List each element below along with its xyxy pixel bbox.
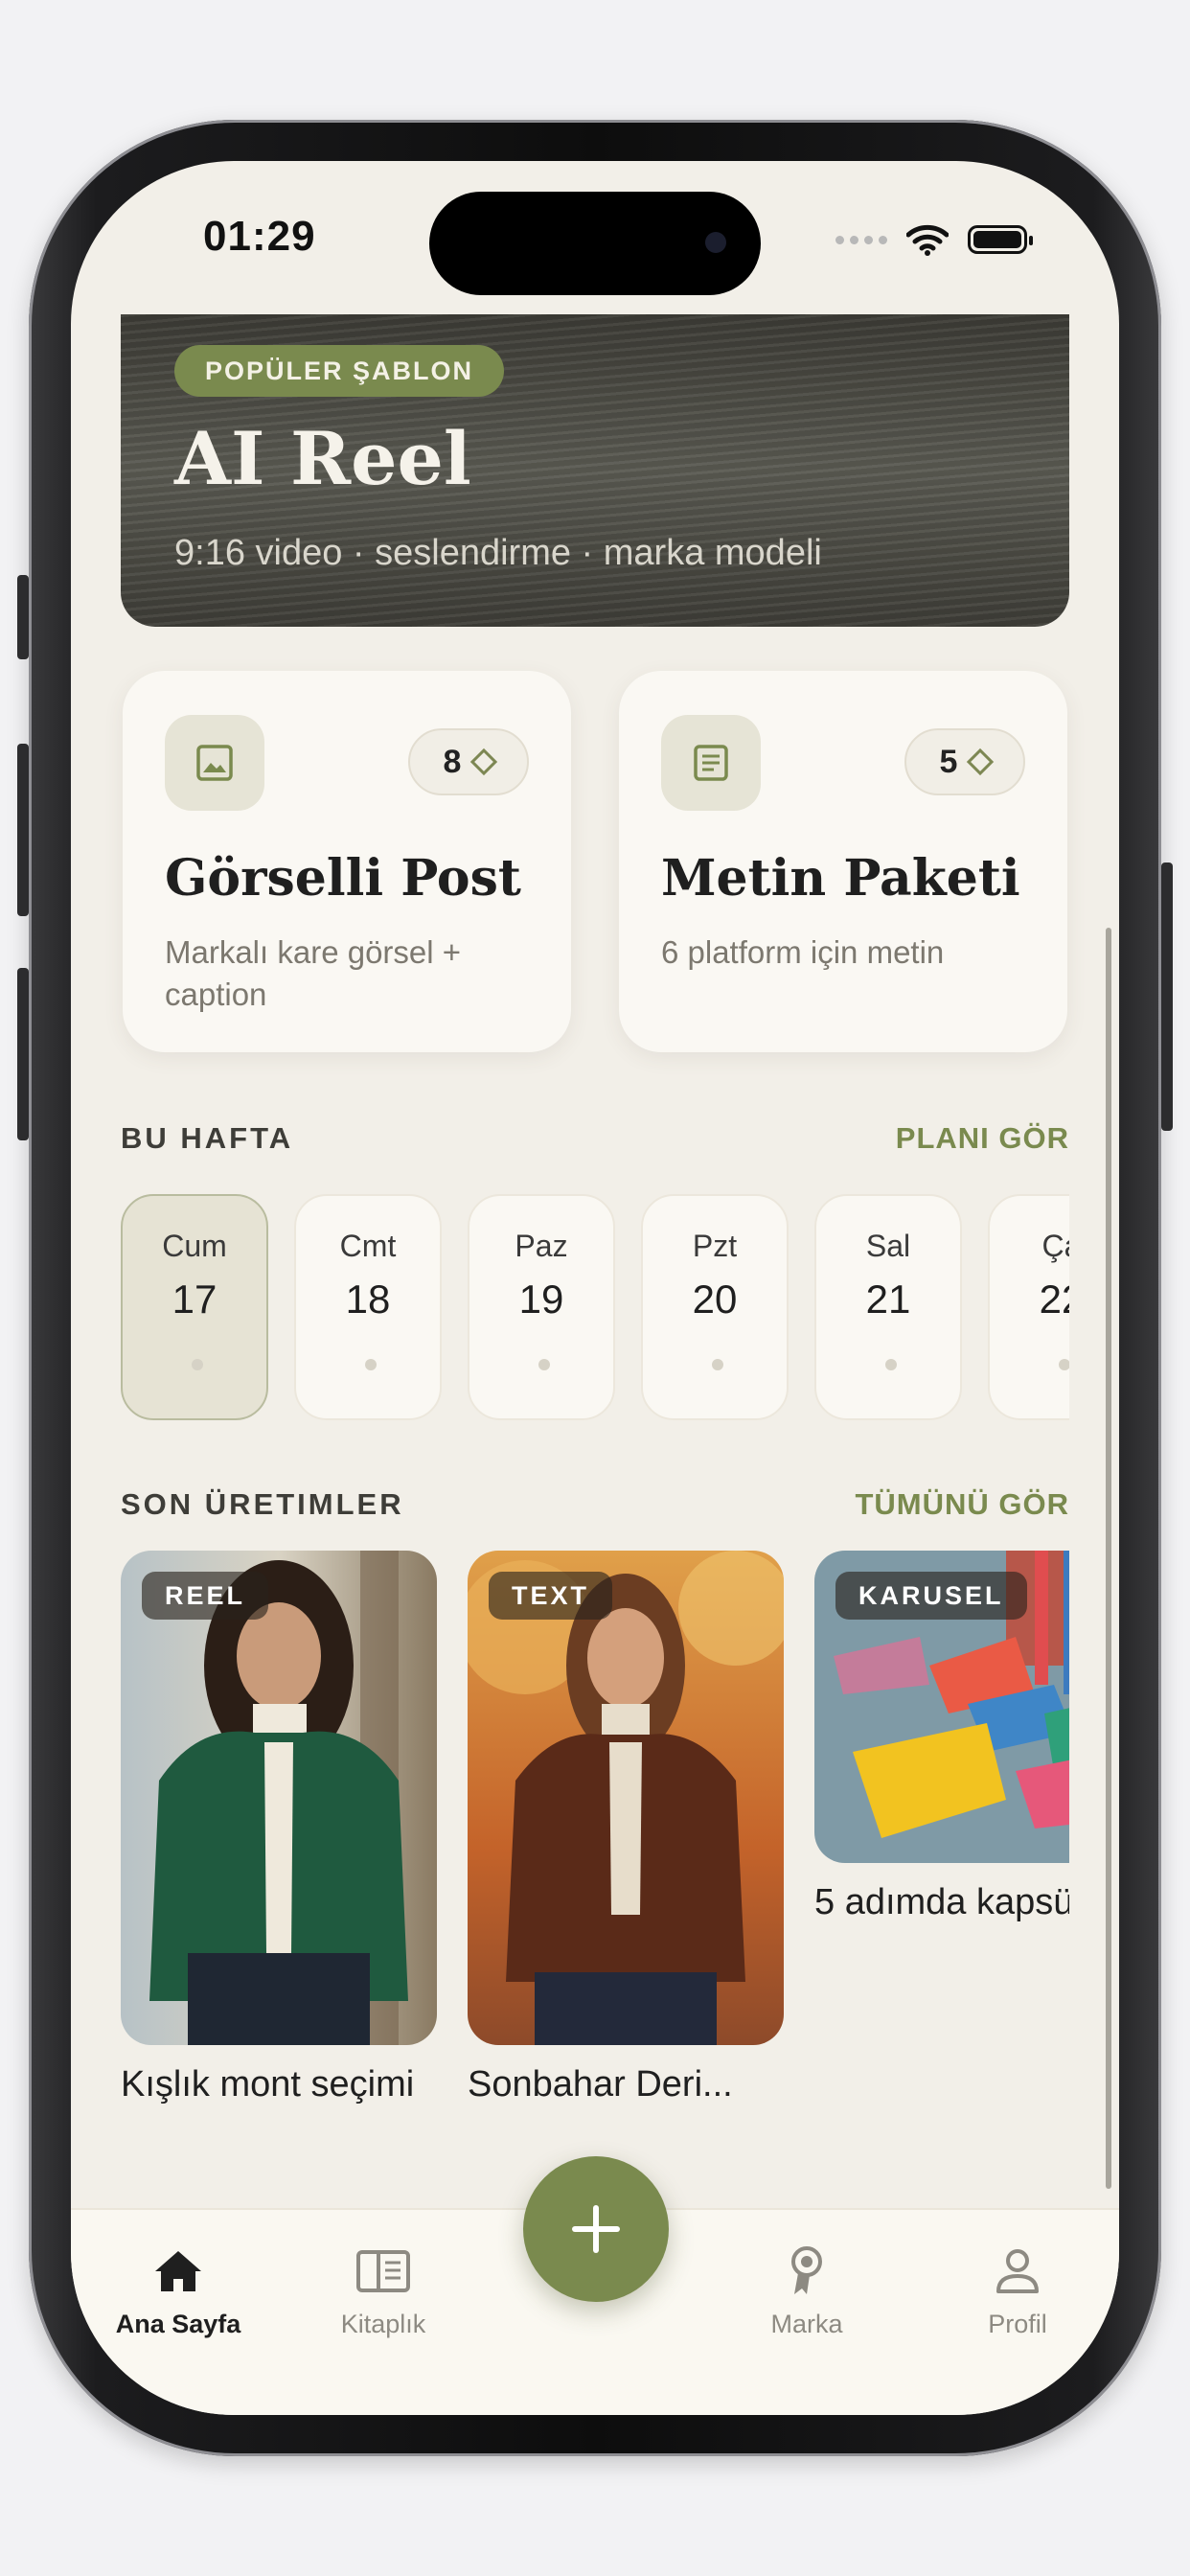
production-thumbnail: KARUSEL xyxy=(814,1551,1069,1863)
power-button xyxy=(1161,862,1173,1131)
app-screen: POPÜLER ŞABLON AI Reel 9:16 video · sesl… xyxy=(71,161,1119,2415)
production-title: 5 adımda kapsül xyxy=(814,1882,1069,1922)
content-type-tag: TEXT xyxy=(489,1572,613,1620)
content-type-tag: REEL xyxy=(142,1572,269,1620)
template-card-visual-post[interactable]: 8 Görselli Post Markalı kare görsel + ca… xyxy=(123,671,571,1052)
day-name: Pzt xyxy=(692,1229,738,1263)
action-button xyxy=(17,575,29,659)
scrollbar[interactable] xyxy=(1106,928,1111,2189)
day-number: 19 xyxy=(518,1276,564,1322)
content-type-tag: KARUSEL xyxy=(835,1572,1027,1620)
template-title: Metin Paketi xyxy=(661,849,1020,908)
tab-home[interactable]: Ana Sayfa xyxy=(82,2242,274,2339)
week-day-strip[interactable]: Cum 17 Cmt 18 Paz 19 Pzt 20 Sal 21 Ça 22 xyxy=(121,1192,1069,1432)
popular-template-banner[interactable]: POPÜLER ŞABLON AI Reel 9:16 video · sesl… xyxy=(121,314,1069,627)
camera-icon xyxy=(705,232,726,253)
tab-library[interactable]: Kitaplık xyxy=(287,2242,479,2339)
tab-brand[interactable]: Marka xyxy=(711,2242,903,2339)
day-name: Cmt xyxy=(339,1229,397,1263)
credit-cost-badge: 5 xyxy=(904,728,1025,795)
production-title: Kışlık mont seçimi xyxy=(121,2064,415,2104)
day-chip[interactable]: Paz 19 xyxy=(468,1194,615,1420)
battery-icon xyxy=(968,225,1033,254)
day-chip-selected[interactable]: Cum 17 xyxy=(121,1194,268,1420)
template-card-text-pack[interactable]: 5 Metin Paketi 6 platform için metin xyxy=(619,671,1067,1052)
day-indicator-dot xyxy=(712,1359,723,1370)
day-chip[interactable]: Pzt 20 xyxy=(641,1194,789,1420)
day-indicator-dot xyxy=(365,1359,377,1370)
week-section-title: BU HAFTA xyxy=(121,1121,294,1155)
volume-up-button xyxy=(17,744,29,916)
book-icon xyxy=(287,2242,479,2300)
production-title: Sonbahar Deri... xyxy=(468,2064,733,2104)
tab-profile[interactable]: Profil xyxy=(922,2242,1113,2339)
production-thumbnail: REEL xyxy=(121,1551,437,2045)
day-name: Paz xyxy=(515,1229,568,1263)
home-icon xyxy=(82,2242,274,2300)
woman-leather-jacket-photo xyxy=(468,1551,784,2045)
wifi-icon xyxy=(906,224,949,256)
recent-productions-carousel[interactable]: REEL Kışlık mont seçimi TEXT Sonbahar De… xyxy=(121,1551,1069,2145)
cellular-signal-icon xyxy=(835,235,887,244)
production-thumbnail: TEXT xyxy=(468,1551,784,2045)
template-description: 6 platform için metin xyxy=(661,934,945,970)
day-number: 21 xyxy=(865,1276,911,1322)
diamond-icon xyxy=(470,748,498,776)
day-number: 22 xyxy=(1039,1276,1069,1322)
tab-label: Kitaplık xyxy=(340,2310,426,2338)
tab-label: Profil xyxy=(988,2310,1047,2338)
dynamic-island xyxy=(429,192,761,295)
day-number: 17 xyxy=(172,1276,217,1322)
day-name: Ça xyxy=(1041,1229,1069,1263)
credit-count: 5 xyxy=(939,743,958,780)
day-indicator-dot xyxy=(538,1359,550,1370)
day-indicator-dot xyxy=(1059,1359,1069,1370)
status-icons xyxy=(835,220,1033,259)
recent-section-title: SON ÜRETIMLER xyxy=(121,1487,404,1521)
document-icon xyxy=(661,715,761,811)
credit-count: 8 xyxy=(443,743,462,780)
day-indicator-dot xyxy=(192,1359,203,1370)
status-time: 01:29 xyxy=(203,213,316,260)
production-card[interactable]: TEXT Sonbahar Deri... xyxy=(468,1551,784,2105)
day-chip[interactable]: Cmt 18 xyxy=(294,1194,442,1420)
volume-down-button xyxy=(17,968,29,1140)
hero-title: AI Reel xyxy=(174,416,471,501)
create-button[interactable] xyxy=(523,2156,669,2302)
popular-badge: POPÜLER ŞABLON xyxy=(174,345,505,397)
diamond-icon xyxy=(967,748,995,776)
day-indicator-dot xyxy=(885,1359,897,1370)
production-card[interactable]: KARUSEL 5 adımda kapsül xyxy=(814,1551,1069,1923)
day-name: Sal xyxy=(865,1229,911,1263)
template-description: Markalı kare görsel + caption xyxy=(165,934,462,1012)
view-all-link[interactable]: TÜMÜNÜ GÖR xyxy=(855,1487,1069,1522)
view-plan-link[interactable]: PLANI GÖR xyxy=(896,1121,1069,1156)
credit-cost-badge: 8 xyxy=(408,728,529,795)
day-name: Cum xyxy=(162,1229,227,1263)
woman-green-jacket-photo xyxy=(121,1551,437,2045)
plus-icon xyxy=(572,2205,620,2253)
day-chip[interactable]: Sal 21 xyxy=(814,1194,962,1420)
award-badge-icon xyxy=(711,2242,903,2300)
tab-label: Marka xyxy=(770,2310,843,2338)
image-icon xyxy=(165,715,264,811)
person-icon xyxy=(922,2242,1113,2300)
day-number: 20 xyxy=(692,1276,738,1322)
template-title: Görselli Post xyxy=(165,849,521,908)
tab-label: Ana Sayfa xyxy=(115,2310,241,2338)
day-number: 18 xyxy=(345,1276,391,1322)
production-card[interactable]: REEL Kışlık mont seçimi xyxy=(121,1551,437,2105)
hero-subtitle: 9:16 video · seslendirme · marka modeli xyxy=(174,533,822,573)
day-chip[interactable]: Ça 22 xyxy=(988,1194,1069,1420)
